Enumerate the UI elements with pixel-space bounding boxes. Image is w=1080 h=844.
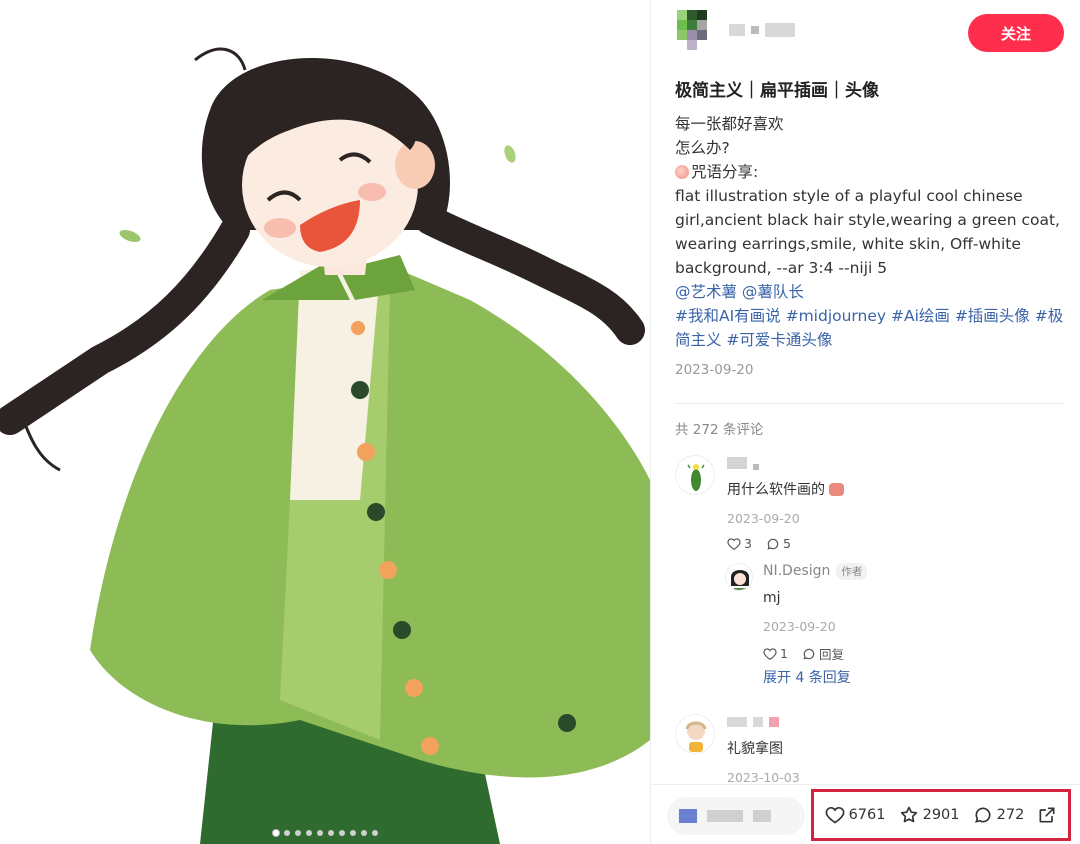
comment-reply-button[interactable]: 5: [766, 536, 791, 551]
comment-like-count: 3: [744, 536, 752, 551]
note-panel: 关注 极简主义｜扁平插画｜头像 每一张都好喜欢 怎么办? 咒语分享: flat …: [650, 0, 1080, 844]
comment-input[interactable]: [667, 797, 805, 835]
reply-author-name[interactable]: NI.Design: [763, 563, 830, 579]
post-date: 2023-09-20: [675, 362, 754, 378]
reply-button[interactable]: 回复: [802, 644, 844, 663]
girl-avatar-icon: [726, 564, 752, 590]
user-avatar-mini: [679, 809, 697, 823]
note-title: 极简主义｜扁平插画｜头像: [675, 81, 879, 101]
comment-body: 礼貌拿图 2023-10-03: [727, 714, 1067, 785]
comment-date: 2023-10-03: [727, 770, 800, 785]
note-description: 每一张都好喜欢 怎么办? 咒语分享: flat illustration sty…: [675, 112, 1067, 280]
reply-author[interactable]: NI.Design 作者: [763, 562, 1063, 580]
prompt-text: flat illustration style of a playful coo…: [675, 187, 1060, 277]
avatar[interactable]: [675, 714, 715, 754]
share-icon: [1039, 807, 1055, 823]
carousel-dot[interactable]: [327, 830, 334, 836]
comment-text-content: 用什么软件画的: [727, 482, 825, 498]
reply-like-button[interactable]: 1: [763, 646, 788, 661]
character-avatar-icon: [676, 715, 714, 753]
heart-icon: [727, 537, 741, 550]
chat-icon: [803, 648, 815, 660]
avatar[interactable]: [725, 563, 753, 591]
comment-reply-count: 5: [782, 536, 791, 551]
expand-replies-wrap: 展开 4 条回复: [763, 667, 851, 687]
reply-actions: 1 回复: [763, 644, 1063, 663]
chat-icon: [767, 538, 779, 550]
comment-icon: [974, 807, 991, 823]
carousel-dot[interactable]: [349, 830, 356, 836]
carousel-dot[interactable]: [338, 830, 345, 836]
comment-count: 272: [996, 807, 1025, 823]
avatar[interactable]: [677, 10, 717, 50]
sparkle-emoji-icon: [675, 165, 689, 179]
comment-body: 用什么软件画的 2023-09-20 3 5: [727, 455, 1067, 551]
comment-like-button[interactable]: 3: [727, 536, 752, 551]
avatar[interactable]: [675, 455, 715, 495]
mentions[interactable]: @艺术薯 @薯队长: [675, 280, 1067, 304]
collect-button[interactable]: 2901: [899, 805, 960, 825]
carousel-dot[interactable]: [272, 830, 279, 836]
collect-count: 2901: [922, 807, 960, 823]
illustration-image: [0, 47, 650, 844]
note-content: 极简主义｜扁平插画｜头像 每一张都好喜欢 怎么办? 咒语分享: flat ill…: [675, 78, 1067, 378]
carousel-dot[interactable]: [305, 830, 312, 836]
star-icon: [900, 806, 917, 823]
carousel-dot[interactable]: [360, 830, 367, 836]
reply-date: 2023-09-20: [763, 619, 836, 634]
comment-text: 用什么软件画的: [727, 481, 1067, 499]
emoji-icon: [829, 483, 845, 496]
author-info[interactable]: [677, 10, 795, 50]
comment-button[interactable]: 272: [973, 805, 1025, 825]
reply-text: mj: [763, 590, 781, 606]
comment-author-redacted[interactable]: [727, 714, 1067, 730]
carousel-dot[interactable]: [316, 830, 323, 836]
comment-text: 礼貌拿图: [727, 741, 783, 757]
heart-icon: [763, 647, 777, 660]
like-button[interactable]: 6761: [825, 805, 886, 825]
follow-button[interactable]: 关注: [968, 14, 1064, 52]
reply-label: 回复: [818, 647, 844, 662]
carousel-indicator[interactable]: [0, 830, 650, 836]
like-count: 6761: [848, 807, 886, 823]
carousel-dot[interactable]: [371, 830, 378, 836]
note-detail: 关注 极简主义｜扁平插画｜头像 每一张都好喜欢 怎么办? 咒语分享: flat …: [0, 0, 1080, 844]
engagement-actions-highlight: 6761 2901 272: [811, 789, 1071, 841]
reply-like-count: 1: [780, 646, 788, 661]
author-name-redacted[interactable]: [729, 23, 795, 37]
carousel-dot[interactable]: [283, 830, 290, 836]
carousel-dot[interactable]: [294, 830, 301, 836]
expand-replies-link[interactable]: 展开 4 条回复: [763, 670, 851, 686]
author-badge: 作者: [836, 562, 868, 580]
share-button[interactable]: [1037, 805, 1057, 825]
heart-icon: [825, 806, 844, 824]
cucumber-avatar-icon: [687, 464, 705, 491]
desc-line: 每一张都好喜欢: [675, 115, 784, 133]
hashtags[interactable]: #我和AI有画说 #midjourney #Ai绘画 #插画头像 #极简主义 #…: [675, 304, 1067, 352]
comment-actions: 3 5: [727, 536, 1067, 551]
reply-body: NI.Design 作者 mj 2023-09-20 1 回复: [763, 562, 1063, 663]
comments-total: 共 272 条评论: [675, 422, 764, 438]
divider: [675, 403, 1064, 404]
prompt-label: 咒语分享:: [691, 163, 759, 181]
bottom-action-bar: 6761 2901 272: [651, 784, 1080, 844]
comment-date: 2023-09-20: [727, 511, 800, 526]
image-carousel[interactable]: [0, 0, 650, 844]
comment-author-redacted[interactable]: [727, 455, 1067, 471]
prompt-label-line: 咒语分享:: [675, 160, 1067, 184]
desc-line: 怎么办?: [675, 139, 730, 157]
